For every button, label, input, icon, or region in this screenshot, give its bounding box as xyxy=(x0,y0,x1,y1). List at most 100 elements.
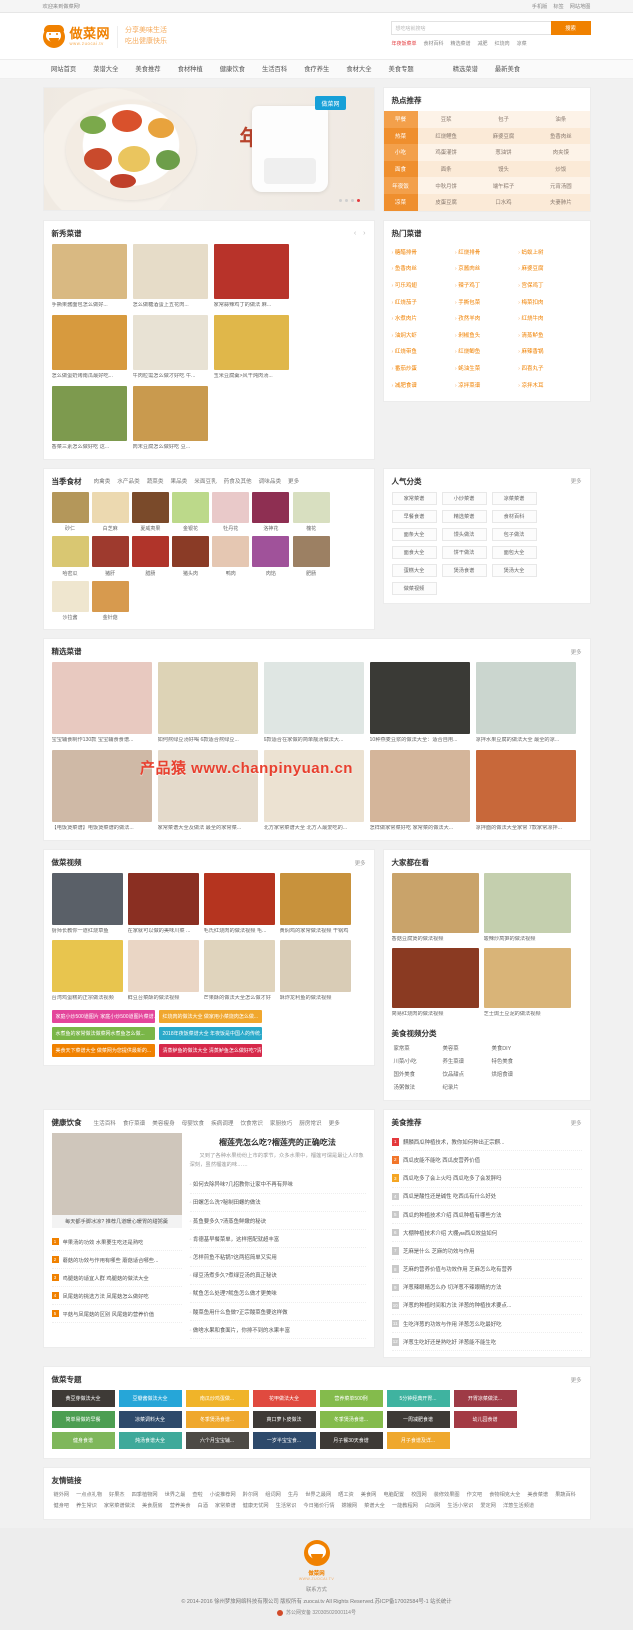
selected-recipe-thumb[interactable] xyxy=(475,662,576,735)
health-feature-caption[interactable]: 每天都手脚冰凉? 推荐几道暖心暖胃的甜粥羹 xyxy=(51,1215,182,1229)
friend-link-19[interactable]: 果蔬百科 xyxy=(555,1491,576,1498)
health-left-text[interactable]: 凤尾菇的挑选方法 凤尾菇怎么做好吃 xyxy=(63,1292,149,1300)
seasonal-name[interactable]: 金针菇 xyxy=(92,614,129,621)
topic-tag-14[interactable]: 健身食谱 xyxy=(51,1432,115,1450)
hot-dish-link[interactable]: 水煮肉片 xyxy=(392,310,455,327)
nav-item-9[interactable]: 精选菜谱 xyxy=(444,60,486,79)
seasonal-name[interactable]: 鸭肉 xyxy=(212,570,249,577)
food-recommend-text[interactable]: 洋葱生吃好还是熟吃好 洋葱能不能生吃 xyxy=(403,1338,496,1346)
friend-link-3[interactable]: 四季植物网 xyxy=(132,1491,158,1498)
popular-category-14[interactable]: 煲汤大全 xyxy=(491,563,537,577)
nav-item-6[interactable]: 食疗养生 xyxy=(296,60,338,79)
friend-link-7[interactable]: 黔尔网 xyxy=(243,1491,259,1498)
friend-link-22[interactable]: 家常菜谱做法 xyxy=(104,1502,135,1509)
friend-link-29[interactable]: 今日猪价行情 xyxy=(303,1502,334,1509)
health-tab-5[interactable]: 饮食常识 xyxy=(240,1119,262,1127)
health-article-title[interactable]: 榴莲壳怎么吃?榴莲壳的正确吃法 xyxy=(190,1137,366,1148)
friend-link-13[interactable]: 电脑配置 xyxy=(383,1491,404,1498)
seasonal-name[interactable]: 夏威夷果 xyxy=(132,525,169,532)
health-left-text[interactable]: 苹果汤的功效 水果要生吃还是熟吃 xyxy=(63,1238,144,1246)
seasonal-name[interactable]: 洛神花 xyxy=(252,525,289,532)
friend-link-1[interactable]: 一点点礼物 xyxy=(76,1491,102,1498)
friend-link-10[interactable]: 世界之最网 xyxy=(305,1491,331,1498)
video-category-1[interactable]: 美容菜 xyxy=(443,1044,483,1052)
friend-link-31[interactable]: 菜谱大全 xyxy=(364,1502,385,1509)
friend-link-14[interactable]: 校园网 xyxy=(411,1491,427,1498)
friend-link-16[interactable]: 作文吧 xyxy=(467,1491,483,1498)
popular-category-12[interactable]: 蛋糕大全 xyxy=(391,563,437,577)
health-left-item[interactable]: 4 凤尾菇的挑选方法 凤尾菇怎么做好吃 xyxy=(51,1287,182,1306)
health-right-item[interactable]: 怎样煎鱼不粘锅?这两招简单又实用 xyxy=(189,1248,366,1267)
topic-tag-13[interactable]: 幼儿园食谱 xyxy=(453,1411,517,1429)
hot-dish-link[interactable]: 红烧带鱼 xyxy=(392,343,455,360)
hotword-2[interactable]: 精选菜谱 xyxy=(451,40,471,47)
top-link-tags[interactable]: 标签 xyxy=(553,3,563,10)
new-recipe-caption[interactable]: 手撕果酱面包怎么做好... xyxy=(52,302,127,309)
health-left-item[interactable]: 5 平菇与凤尾菇的区别 风尾菇的营养价值 xyxy=(51,1305,182,1324)
seasonal-thumb[interactable] xyxy=(252,536,290,568)
topic-tag-0[interactable]: 黄豆芽做法大全 xyxy=(51,1390,115,1408)
seasonal-thumb[interactable] xyxy=(91,580,129,612)
food-recommend-text[interactable]: 西瓜吃多了会上火吗 西瓜吃多了会发胖吗 xyxy=(403,1174,502,1182)
food-recommend-item[interactable]: 6 大棚种植技术介绍 大棚ум西瓜效益如何 xyxy=(391,1224,582,1243)
friend-link-36[interactable]: 洋葱生活频道 xyxy=(503,1502,534,1509)
seasonal-tab-3[interactable]: 果品类 xyxy=(170,477,187,485)
video-caption[interactable]: 台湾鸡蛋糕的正宗做法视频 xyxy=(52,995,123,1002)
seasonal-thumb[interactable] xyxy=(131,536,169,568)
seasonal-name[interactable]: 白芝麻 xyxy=(92,525,129,532)
friend-link-28[interactable]: 生活常识 xyxy=(276,1502,297,1509)
friend-link-32[interactable]: 一能教程网 xyxy=(392,1502,418,1509)
food-recommend-text[interactable]: 西瓜皮能不能吃 西瓜皮营养价值 xyxy=(403,1156,480,1164)
seasonal-name[interactable]: 槐花 xyxy=(293,525,330,532)
popular-categories-more[interactable]: 更多 xyxy=(571,477,582,485)
friend-link-27[interactable]: 健康无忧网 xyxy=(243,1502,269,1509)
videos-more[interactable]: 更多 xyxy=(355,859,366,867)
video-category-9[interactable]: 汤粥做法 xyxy=(394,1083,434,1091)
health-tab-6[interactable]: 家厨技巧 xyxy=(270,1119,292,1127)
health-tab-2[interactable]: 美容瘦身 xyxy=(152,1119,174,1127)
video-thumb[interactable] xyxy=(51,940,123,993)
carousel-arrows[interactable]: ‹ › xyxy=(354,230,366,237)
selected-recipe-caption[interactable]: 凉拌水果豆腐的做法大全 最全的凉... xyxy=(476,737,576,744)
topic-tag-1[interactable]: 豆瓣酱做法大全 xyxy=(118,1390,182,1408)
nav-item-0[interactable]: 网站首页 xyxy=(43,60,85,79)
video-category-10[interactable]: 纪录片 xyxy=(443,1083,483,1091)
hot-dish-link[interactable]: 四喜丸子 xyxy=(518,360,581,377)
seasonal-tab-1[interactable]: 水产品类 xyxy=(117,477,139,485)
topics-more[interactable]: 更多 xyxy=(571,1376,582,1384)
hot-recommend-item[interactable]: 馒头 xyxy=(474,160,533,178)
seasonal-tab-7[interactable]: 更多 xyxy=(288,477,299,485)
video-category-2[interactable]: 美食DIY xyxy=(492,1044,532,1052)
video-category-0[interactable]: 家常菜 xyxy=(394,1044,434,1052)
popular-category-1[interactable]: 小炒菜谱 xyxy=(441,491,487,505)
friend-link-24[interactable]: 营养美食 xyxy=(170,1502,191,1509)
selected-recipe-thumb[interactable] xyxy=(51,662,152,735)
topic-tag-10[interactable]: 爽口萝卜皮做法 xyxy=(252,1411,316,1429)
hot-recommend-item[interactable]: 鸡蛋灌饼 xyxy=(417,144,475,161)
hotword-0[interactable]: 年夜饭菜单 xyxy=(392,40,417,47)
selected-recipe-thumb[interactable] xyxy=(475,750,576,823)
seasonal-thumb[interactable] xyxy=(252,491,290,523)
new-recipe-thumb[interactable] xyxy=(132,385,208,441)
friend-link-21[interactable]: 养生常识 xyxy=(76,1502,97,1509)
topic-tag-17[interactable]: 一岁半宝宝食... xyxy=(252,1432,316,1450)
friend-link-35[interactable]: 爱定网 xyxy=(480,1502,496,1509)
new-recipe-thumb[interactable] xyxy=(132,314,208,370)
seasonal-thumb[interactable] xyxy=(51,536,89,568)
seasonal-name[interactable]: 腊肠 xyxy=(132,570,169,577)
selected-recipe-caption[interactable]: 6款适合在家做的简单靓汤做法大... xyxy=(264,737,364,744)
health-right-item[interactable]: 绿豆汤煮多久?煮绿豆汤的真正秘诀 xyxy=(189,1267,366,1285)
video-category-3[interactable]: 川菜/小吃 xyxy=(394,1057,434,1065)
video-caption[interactable]: 酥炸龙利鱼的做法视频 xyxy=(280,995,351,1002)
hero-banner[interactable]: 年夜饭 做菜网 xyxy=(42,87,375,211)
hot-recommend-item[interactable]: 面条 xyxy=(417,160,475,178)
selected-recipe-caption[interactable]: 10种燕麦豆浆的做法大全：适合自用... xyxy=(370,737,470,744)
friend-link-26[interactable]: 家常菜谱 xyxy=(215,1502,236,1509)
topic-tag-2[interactable]: 南瓜炒鸡蛋做... xyxy=(185,1390,249,1408)
new-recipe-thumb[interactable] xyxy=(213,314,289,370)
seasonal-name[interactable]: 肉馅 xyxy=(252,570,289,577)
friend-link-33[interactable]: 白饭网 xyxy=(425,1502,441,1509)
hot-recommend-item[interactable]: 中秋月饼 xyxy=(417,177,475,194)
health-right-item[interactable]: 酸菜鱼用什么鱼做?正宗酸菜鱼要这样做 xyxy=(189,1303,366,1322)
friend-link-25[interactable]: 白酒 xyxy=(198,1502,208,1509)
